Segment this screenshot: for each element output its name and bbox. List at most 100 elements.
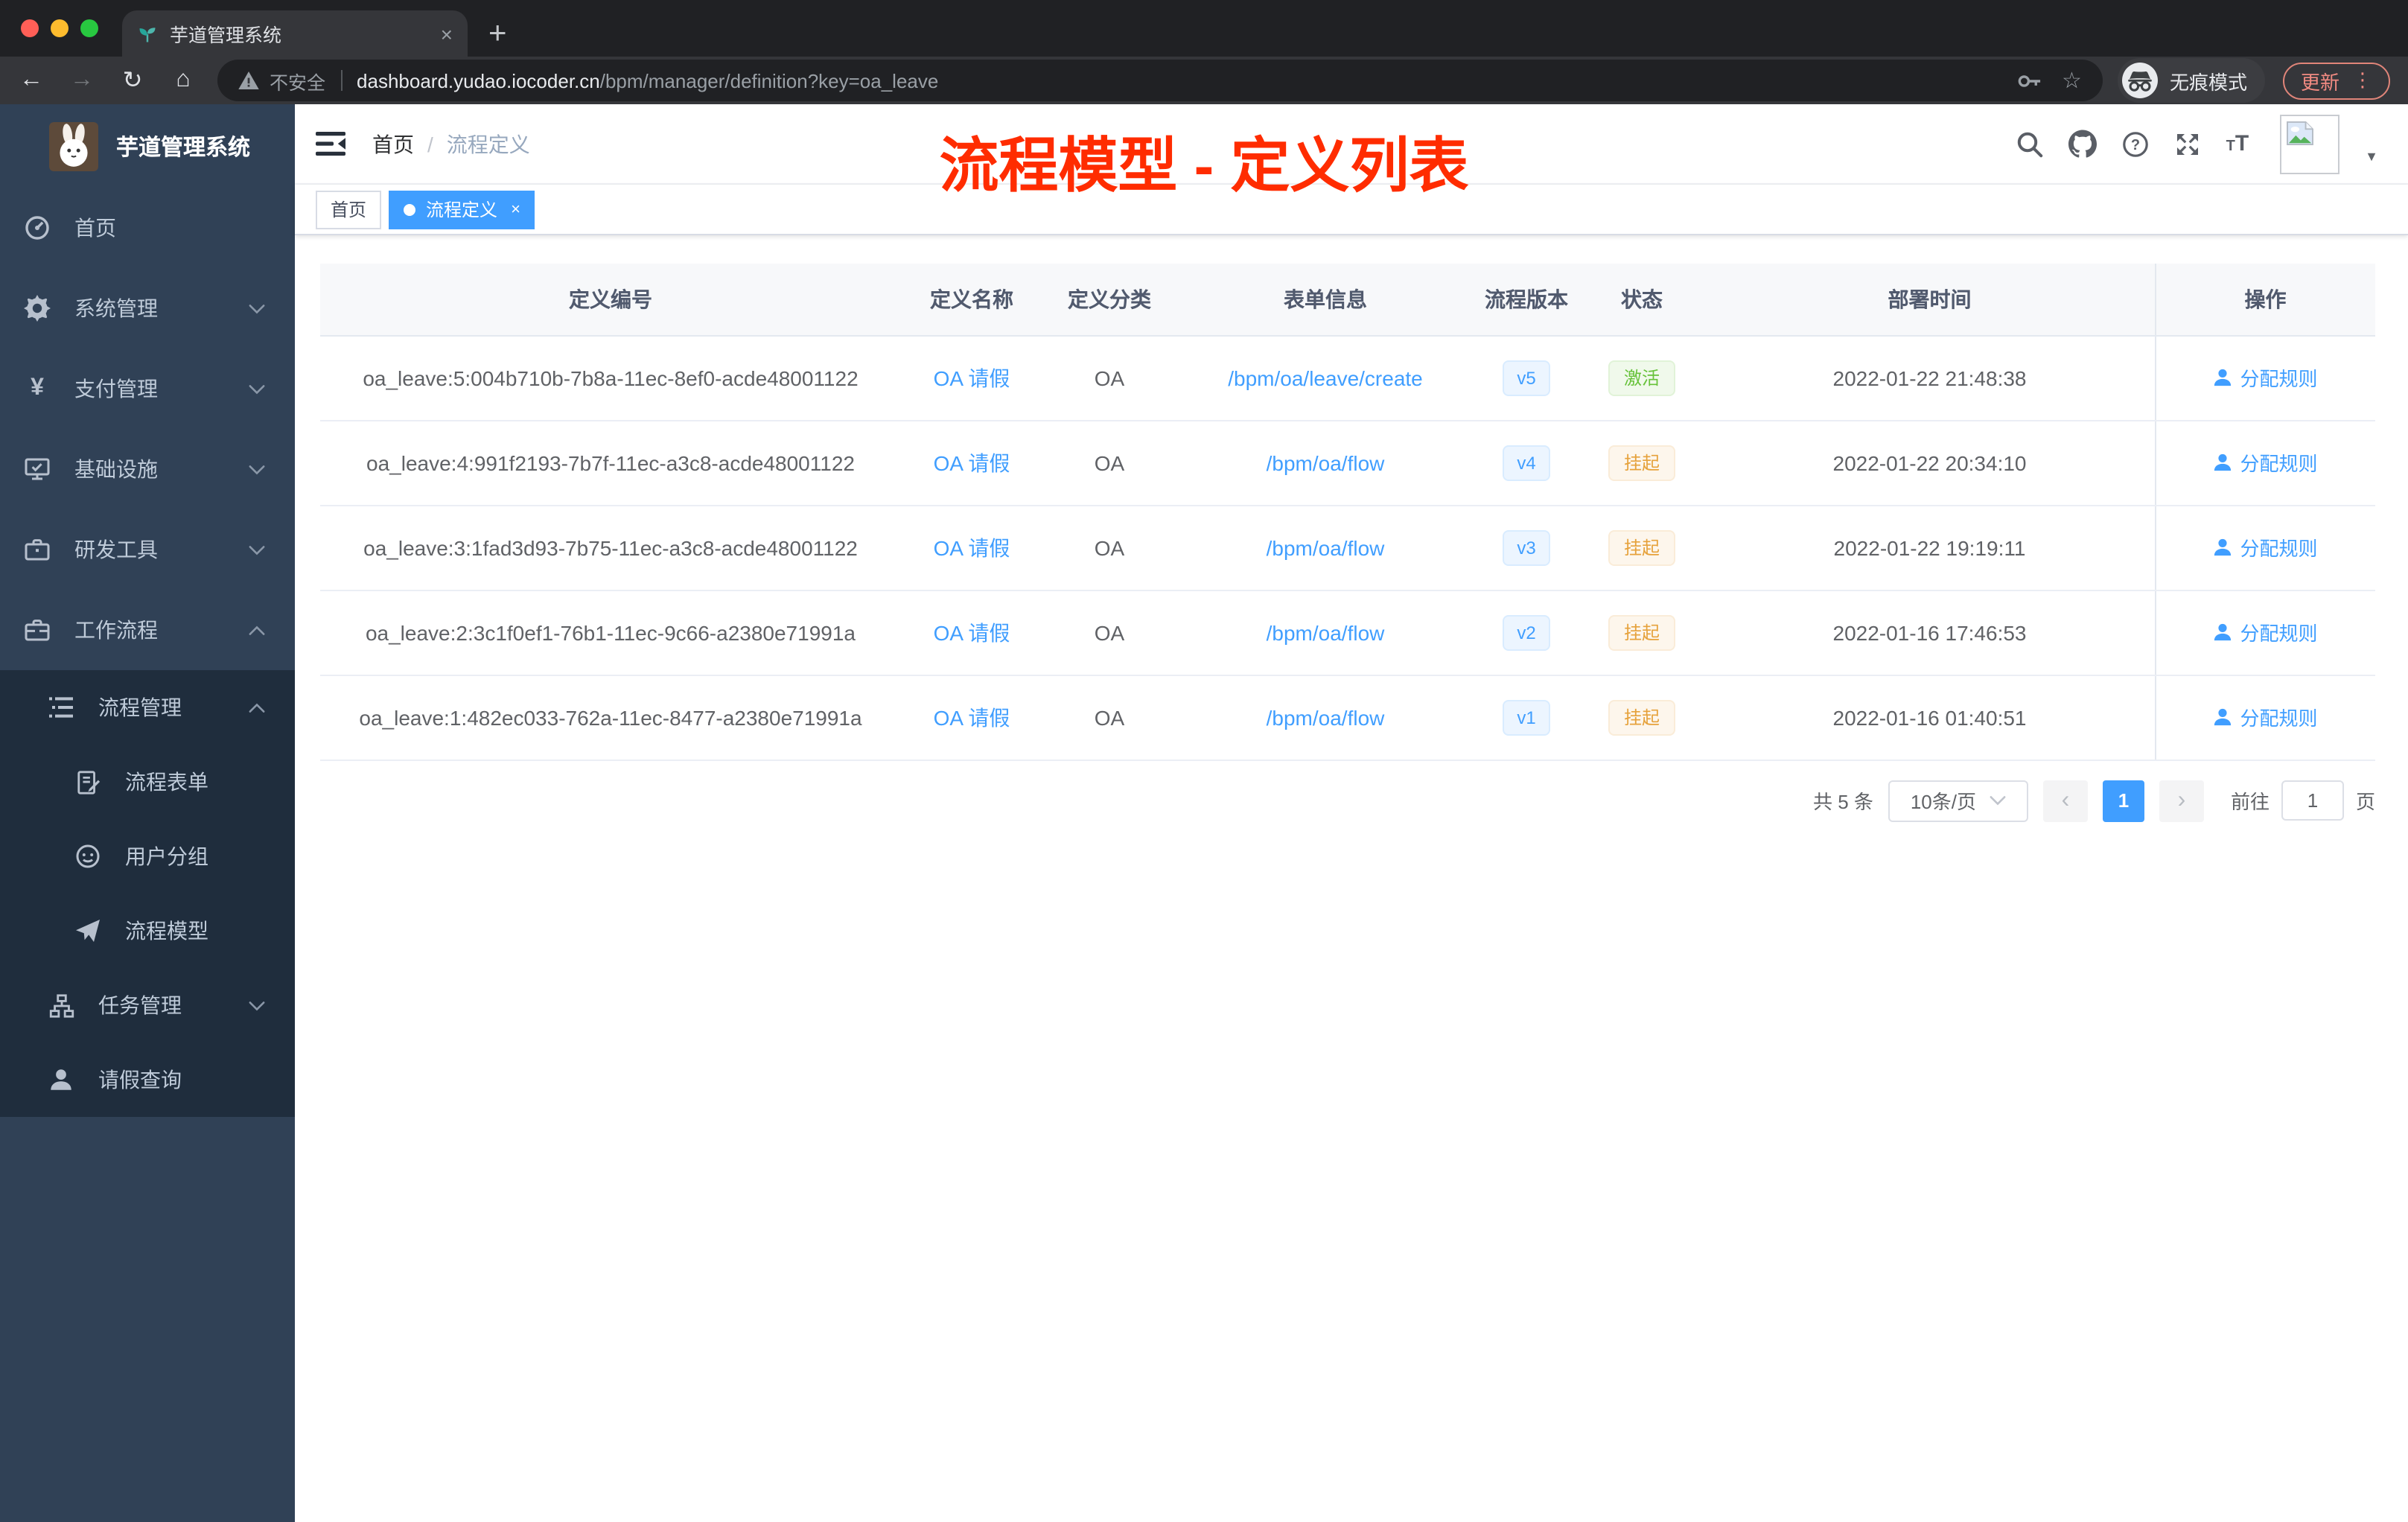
browser-toolbar: ← → ↻ ⌂ 不安全 dashboard.yudao.iocoder.cn /… — [0, 57, 2408, 104]
app-window: 芋道管理系统 首页 系统管理 ¥ 支付管理 基础设施 研发工具 工作流程 流程管… — [0, 104, 2408, 1522]
new-tab-button[interactable]: + — [488, 18, 507, 49]
sidebar-item-dev-tools[interactable]: 研发工具 — [0, 509, 295, 590]
forward-icon[interactable]: → — [57, 67, 107, 94]
not-secure-warning-icon — [238, 71, 259, 89]
sidebar-item-workflow[interactable]: 工作流程 — [0, 590, 295, 670]
user-icon — [2214, 708, 2232, 726]
help-icon[interactable]: ? — [2122, 130, 2149, 157]
status-badge: 挂起 — [1608, 445, 1675, 480]
chevron-down-icon — [249, 545, 265, 555]
sidebar-item-label: 用户分组 — [125, 844, 208, 868]
page-size-select[interactable]: 10条/页 — [1888, 780, 2028, 821]
address-divider — [340, 70, 343, 91]
sidebar-item-label: 支付管理 — [74, 377, 158, 401]
sidebar-item-infrastructure[interactable]: 基础设施 — [0, 429, 295, 509]
back-icon[interactable]: ← — [6, 67, 57, 94]
form-link[interactable]: /bpm/oa/flow — [1267, 450, 1385, 474]
user-icon — [2214, 623, 2232, 641]
browser-tab[interactable]: 芋道管理系统 × — [122, 10, 468, 57]
browser-tab-strip: 芋道管理系统 × + — [0, 0, 2408, 57]
security-label: 不安全 — [270, 72, 326, 93]
sidebar-item-process-management[interactable]: 流程管理 — [0, 670, 295, 745]
main-area: 首页 / 流程定义 ? TT ▼ 首页 流程定义 × 定义编号 定义名称 定义分… — [295, 104, 2408, 1522]
definition-name-link[interactable]: OA 请假 — [934, 535, 1010, 559]
sidebar-item-system[interactable]: 系统管理 — [0, 268, 295, 348]
assign-rule-button[interactable]: 分配规则 — [2213, 703, 2318, 731]
assign-rule-label: 分配规则 — [2240, 623, 2318, 645]
tag-process-definition[interactable]: 流程定义 × — [389, 190, 535, 229]
version-badge: v2 — [1502, 614, 1551, 650]
tag-home[interactable]: 首页 — [316, 190, 382, 229]
sidebar-item-process-model[interactable]: 流程模型 — [0, 894, 295, 968]
assign-rule-label: 分配规则 — [2240, 453, 2318, 475]
tag-label: 流程定义 — [426, 200, 498, 220]
svg-text:?: ? — [2130, 136, 2139, 153]
favicon-sprout-icon — [137, 23, 158, 44]
avatar[interactable] — [2280, 114, 2340, 173]
password-key-icon[interactable] — [2016, 68, 2041, 93]
reload-icon[interactable]: ↻ — [107, 66, 158, 95]
status-badge: 挂起 — [1608, 614, 1675, 650]
sidebar-item-payment[interactable]: ¥ 支付管理 — [0, 348, 295, 429]
assign-rule-button[interactable]: 分配规则 — [2213, 618, 2318, 646]
form-link[interactable]: /bpm/oa/flow — [1267, 535, 1385, 559]
status-badge: 挂起 — [1608, 699, 1675, 735]
sidebar-item-task-management[interactable]: 任务管理 — [0, 968, 295, 1042]
sidebar-item-leave-query[interactable]: 请假查询 — [0, 1042, 295, 1117]
tag-close-icon[interactable]: × — [511, 200, 520, 218]
prev-page-button[interactable]: ‹ — [2042, 780, 2088, 821]
assign-rule-label: 分配规则 — [2240, 368, 2318, 390]
form-link[interactable]: /bpm/oa/leave/create — [1228, 366, 1423, 389]
goto-label: 前往 — [2230, 791, 2270, 813]
definition-name-link[interactable]: OA 请假 — [934, 450, 1010, 474]
definition-name-link[interactable]: OA 请假 — [934, 705, 1010, 729]
definition-name-link[interactable]: OA 请假 — [934, 366, 1010, 389]
sidebar-item-user-group[interactable]: 用户分组 — [0, 819, 295, 894]
toolbox-icon — [21, 536, 54, 563]
tab-close-icon[interactable]: × — [441, 22, 453, 45]
search-icon[interactable] — [2016, 130, 2043, 157]
col-header-id: 定义编号 — [320, 264, 901, 336]
col-header-form: 表单信息 — [1176, 264, 1474, 336]
avatar-caret-icon[interactable]: ▼ — [2365, 148, 2378, 163]
person-icon — [45, 1068, 77, 1092]
assign-rule-label: 分配规则 — [2240, 538, 2318, 560]
assign-rule-button[interactable]: 分配规则 — [2213, 533, 2318, 561]
yen-icon: ¥ — [31, 375, 44, 401]
window-minimize-button[interactable] — [51, 19, 69, 37]
window-close-button[interactable] — [21, 19, 39, 37]
update-label: 更新 — [2300, 71, 2339, 93]
user-icon — [2214, 369, 2232, 386]
sidebar-item-home[interactable]: 首页 — [0, 188, 295, 268]
pagination-total: 共 5 条 — [1813, 791, 1873, 813]
sidebar-collapse-icon[interactable] — [316, 131, 345, 156]
pagination: 共 5 条 10条/页 ‹ 1 › 前往 页 — [320, 780, 2375, 821]
font-size-icon[interactable]: TT — [2226, 133, 2249, 155]
incognito-badge: 无痕模式 — [2117, 58, 2265, 103]
deploy-time: 2022-01-22 21:48:38 — [1705, 335, 2155, 421]
page-number-1[interactable]: 1 — [2102, 780, 2144, 821]
goto-page-input[interactable] — [2281, 780, 2344, 821]
chrome-update-button[interactable]: 更新 ⋮ — [2282, 62, 2390, 99]
sidebar-item-label: 流程管理 — [98, 695, 182, 719]
next-page-button[interactable]: › — [2159, 780, 2204, 821]
breadcrumb-home[interactable]: 首页 — [372, 129, 414, 159]
home-icon[interactable]: ⌂ — [158, 67, 208, 94]
sidebar-logo[interactable]: 芋道管理系统 — [0, 104, 295, 188]
table-row: oa_leave:1:482ec033-762a-11ec-8477-a2380… — [320, 675, 2375, 760]
fullscreen-icon[interactable] — [2174, 130, 2201, 157]
assign-rule-button[interactable]: 分配规则 — [2213, 363, 2318, 392]
version-badge: v1 — [1502, 699, 1551, 735]
form-link[interactable]: /bpm/oa/flow — [1267, 620, 1385, 644]
assign-rule-button[interactable]: 分配规则 — [2213, 448, 2318, 477]
github-icon[interactable] — [2068, 130, 2097, 158]
form-link[interactable]: /bpm/oa/flow — [1267, 705, 1385, 729]
browser-menu-dots-icon[interactable]: ⋮ — [2353, 69, 2372, 92]
paper-plane-icon — [71, 917, 104, 944]
definition-name-link[interactable]: OA 请假 — [934, 620, 1010, 644]
address-bar[interactable]: 不安全 dashboard.yudao.iocoder.cn /bpm/mana… — [217, 60, 2103, 101]
sidebar-item-process-form[interactable]: 流程表单 — [0, 745, 295, 819]
bookmark-star-icon[interactable]: ☆ — [2062, 67, 2082, 94]
window-zoom-button[interactable] — [80, 19, 98, 37]
version-badge: v5 — [1502, 360, 1551, 395]
